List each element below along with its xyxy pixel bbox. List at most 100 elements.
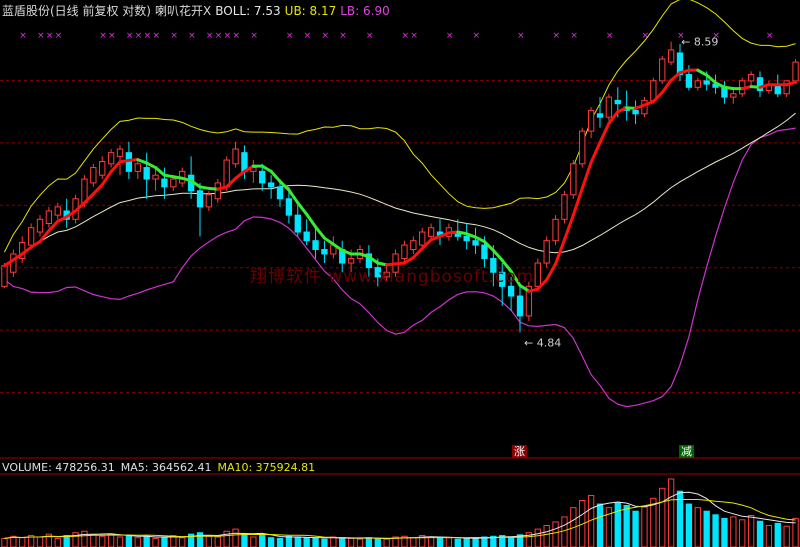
volume-bar: [383, 538, 390, 547]
signal-cross: ×: [188, 31, 196, 41]
volume-bar: [552, 521, 559, 547]
signal-cross: ×: [366, 31, 374, 41]
signal-jian: 减: [679, 445, 694, 458]
ma5-value: MA5: 364562.41: [120, 461, 212, 474]
signal-cross: ×: [224, 31, 232, 41]
volume-bar: [285, 535, 293, 547]
volume-bar: [276, 537, 284, 547]
trend-line-segment: [234, 169, 246, 180]
volume-bar: [463, 537, 470, 547]
volume-bar: [685, 503, 693, 547]
volume-bar: [214, 536, 221, 547]
candle-body: [276, 186, 284, 200]
volume-bar: [454, 538, 461, 547]
volume-bar: [712, 514, 719, 547]
lb-value: LB: 6.90: [340, 4, 390, 18]
stock-title: 蓝盾股份(日线 前复权 对数): [2, 4, 151, 18]
volume-bar: [694, 507, 701, 547]
candle-body: [587, 109, 595, 132]
volume-bar: [179, 537, 186, 547]
signal-cross: ×: [55, 31, 63, 41]
volume-bar: [259, 535, 266, 547]
signal-cross: ×: [99, 31, 107, 41]
signal-cross: ×: [37, 31, 45, 41]
volume-bar: [667, 478, 675, 547]
candle-body: [605, 96, 613, 118]
trend-line-segment: [154, 166, 166, 177]
candle-body: [107, 152, 115, 165]
volume-bar: [54, 537, 61, 547]
candle-body: [401, 244, 408, 259]
volume-bar: [99, 535, 106, 547]
candle-body: [294, 214, 301, 233]
volume-value: VOLUME: 478256.31: [2, 461, 115, 474]
signal-cross: ×: [153, 31, 161, 41]
volume-bar: [152, 537, 159, 547]
candle-body: [312, 240, 319, 250]
candle-body: [667, 49, 675, 63]
signal-cross: ×: [410, 31, 418, 41]
signal-cross: ×: [19, 31, 27, 41]
stock-chart-window: × × × × × × × × × × × × × × × × × × × × × × × × × × × × × × × × × × ← 8.59…: [0, 0, 800, 547]
signal-cross: ×: [233, 31, 241, 41]
candle-body: [285, 198, 293, 216]
signal-zhang: 涨: [512, 445, 527, 458]
candle-body: [694, 80, 701, 88]
candle-body: [321, 248, 328, 255]
trend-line-segment: [545, 262, 558, 282]
trend-line-segment: [660, 78, 673, 94]
volume-bar: [134, 537, 141, 547]
candle-body: [543, 240, 550, 264]
volume-bar: [330, 536, 337, 547]
volume-bar: [507, 536, 515, 547]
signal-cross: ×: [321, 31, 329, 41]
signal-cross: ×: [304, 31, 312, 41]
candle-body: [99, 161, 106, 176]
volume-bar: [312, 537, 319, 547]
candle-body: [267, 182, 275, 188]
candle-body: [134, 163, 141, 172]
high-price-label: ← 8.59: [681, 36, 718, 49]
candle-body: [614, 99, 621, 105]
volume-bar: [19, 537, 26, 547]
candle-body: [419, 231, 426, 246]
volume-bar: [125, 535, 133, 547]
ma10-value: MA10: 375924.81: [217, 461, 316, 474]
volume-bar: [90, 533, 97, 547]
candle-body: [410, 240, 417, 250]
volume-bar: [659, 487, 666, 547]
candle-body: [650, 80, 657, 101]
candle-body: [579, 130, 586, 165]
signal-cross: ×: [170, 31, 178, 41]
volume-bar: [365, 537, 373, 547]
candle-body: [152, 174, 159, 180]
candle-body: [481, 244, 488, 259]
volume-bar: [747, 515, 755, 547]
signal-cross: ×: [250, 31, 258, 41]
volume-bar: [374, 537, 381, 547]
volume-bar: [721, 517, 728, 547]
volume-bar: [774, 522, 781, 547]
candle-body: [27, 227, 35, 246]
candle-body: [161, 178, 168, 188]
trend-line-segment: [669, 71, 682, 82]
volume-bar: [250, 536, 257, 547]
volume-bar: [356, 538, 364, 547]
signal-cross: ×: [517, 31, 525, 41]
trend-line-segment: [260, 164, 273, 173]
trend-line-segment: [296, 201, 309, 216]
volume-bar: [730, 516, 737, 547]
trend-line-segment: [589, 140, 602, 164]
volume-bar: [81, 530, 88, 547]
volume-bar: [143, 535, 150, 547]
volume-bar: [339, 537, 346, 547]
candle-body: [472, 240, 479, 246]
candle-body: [596, 113, 604, 118]
candle-body: [507, 285, 515, 297]
signal-cross: ×: [126, 31, 134, 41]
candle-body: [730, 93, 737, 98]
boll-value: BOLL: 7.53: [215, 4, 281, 18]
candle-body: [90, 167, 97, 184]
volume-bar: [116, 536, 124, 547]
indicator-name: 喇叭花开X: [155, 4, 212, 18]
